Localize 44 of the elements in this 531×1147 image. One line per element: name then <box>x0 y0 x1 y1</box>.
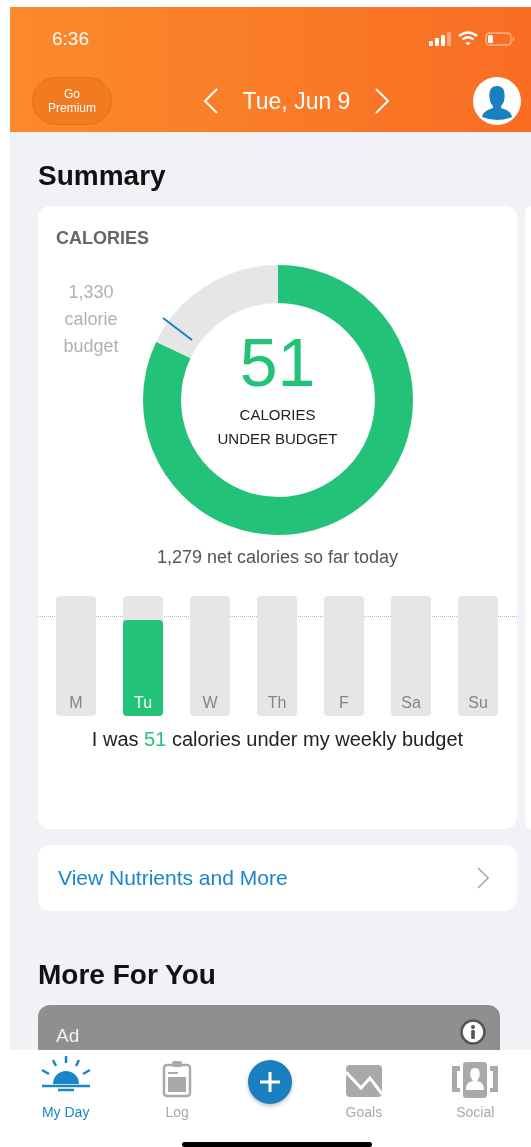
signal-icon <box>429 31 451 46</box>
tab-item[interactable]: My Day <box>25 1056 106 1120</box>
plus-icon <box>259 1071 282 1093</box>
ad-label: Ad <box>56 1025 80 1047</box>
wifi-icon <box>458 31 478 46</box>
calories-heading: CALORIES <box>55 228 150 249</box>
net-calories-text: 1,279 net calories so far today <box>155 547 400 568</box>
day-label: Tu <box>132 694 154 712</box>
previous-day-icon[interactable] <box>202 87 219 115</box>
date-title: Tue, Jun 9 <box>242 87 351 115</box>
day-bar[interactable]: Th <box>257 596 297 716</box>
add-button[interactable] <box>248 1060 293 1104</box>
day-bar[interactable]: M <box>56 596 96 716</box>
battery-icon <box>485 31 515 46</box>
day-bar[interactable]: Tu <box>123 596 163 716</box>
chevron-right-icon <box>477 867 489 889</box>
calories-under-caption: CALORIES UNDER BUDGET <box>217 405 338 449</box>
day-bar[interactable]: F <box>324 596 364 716</box>
calories-under-number: 51 <box>239 327 316 397</box>
more-for-you-title: More For You <box>38 959 217 991</box>
tab-item[interactable]: Goals <box>323 1056 404 1120</box>
clipboard-icon <box>162 1060 193 1098</box>
tab-item[interactable]: Social <box>435 1056 516 1120</box>
day-label: Th <box>266 694 288 712</box>
go-premium-button[interactable]: Go Premium <box>32 77 112 125</box>
calorie-budget-label: 1,330 calorie budget <box>62 281 120 358</box>
day-bar[interactable]: W <box>190 596 230 716</box>
day-bar[interactable]: Su <box>458 596 498 716</box>
weekly-summary-text: I was 51 calories under my weekly budget <box>90 728 465 751</box>
chart-image-icon <box>344 1064 383 1098</box>
people-icon <box>451 1062 500 1098</box>
view-nutrients-link[interactable]: View Nutrients and More <box>38 845 517 911</box>
day-label: Su <box>467 694 489 712</box>
next-day-icon[interactable] <box>374 87 391 115</box>
status-time: 6:36 <box>52 27 89 50</box>
day-label: F <box>338 694 350 712</box>
tab-item[interactable]: Log <box>137 1056 218 1120</box>
day-bar[interactable]: Sa <box>391 596 431 716</box>
day-label: W <box>201 694 219 712</box>
profile-avatar-icon[interactable] <box>473 77 521 125</box>
info-icon[interactable] <box>460 1019 486 1045</box>
day-label: M <box>68 694 84 712</box>
summary-title: Summary <box>38 160 167 192</box>
day-label: Sa <box>400 694 422 712</box>
